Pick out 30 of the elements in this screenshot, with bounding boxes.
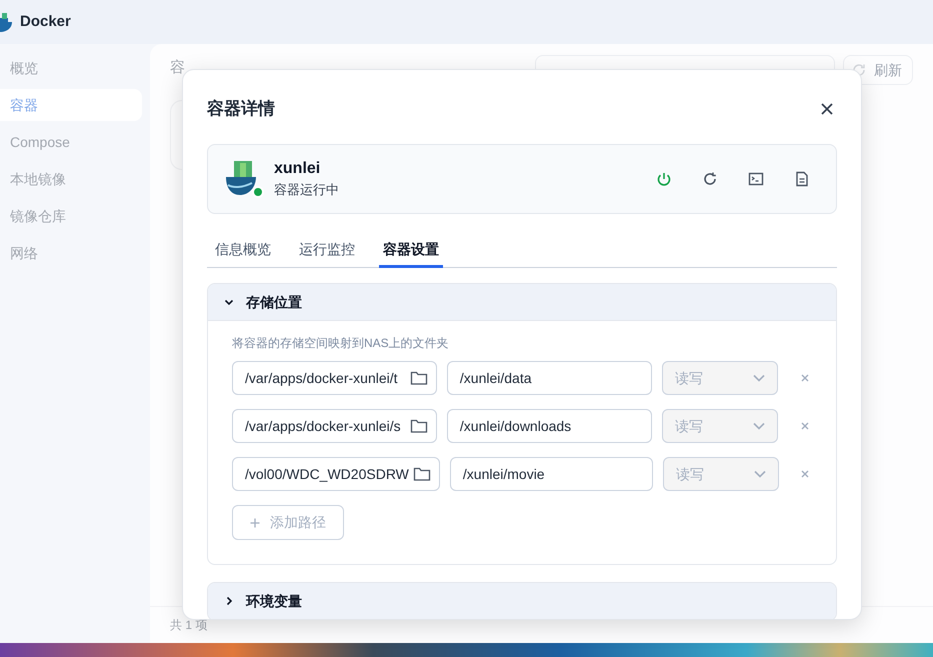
- chevron-down-icon: [754, 470, 766, 478]
- app-title: Docker: [20, 12, 71, 32]
- whale-logo-icon: [0, 12, 12, 32]
- close-icon: [821, 103, 833, 115]
- tab[interactable]: 容器设置: [379, 234, 443, 268]
- tab[interactable]: 信息概览: [211, 234, 275, 268]
- close-icon: [801, 470, 810, 478]
- folder-icon: [412, 466, 431, 482]
- folder-icon: [410, 370, 428, 386]
- section-header[interactable]: 环境变量: [208, 583, 836, 619]
- container-name: xunlei: [274, 158, 322, 178]
- chevron-down-icon: [753, 374, 766, 382]
- item-count: 共 1 项: [170, 617, 208, 634]
- document-icon: [794, 171, 810, 187]
- section-description: 将容器的存储空间映射到NAS上的文件夹: [232, 335, 450, 351]
- chevron-right-icon: [224, 596, 234, 606]
- dialog-title: 容器详情: [207, 98, 276, 120]
- tab[interactable]: 运行监控: [295, 234, 359, 268]
- restart-icon: [702, 171, 718, 187]
- container-status: 容器运行中: [274, 180, 340, 198]
- plus-icon: [250, 518, 260, 528]
- page-title: 容: [170, 58, 185, 78]
- chevron-down-icon: [224, 297, 234, 307]
- close-icon: [801, 422, 810, 430]
- section-header[interactable]: 存储位置: [208, 284, 836, 321]
- power-icon: [656, 171, 672, 187]
- folder-icon: [410, 418, 428, 434]
- close-icon: [801, 374, 810, 382]
- terminal-icon: [748, 171, 764, 187]
- chevron-down-icon: [753, 422, 766, 430]
